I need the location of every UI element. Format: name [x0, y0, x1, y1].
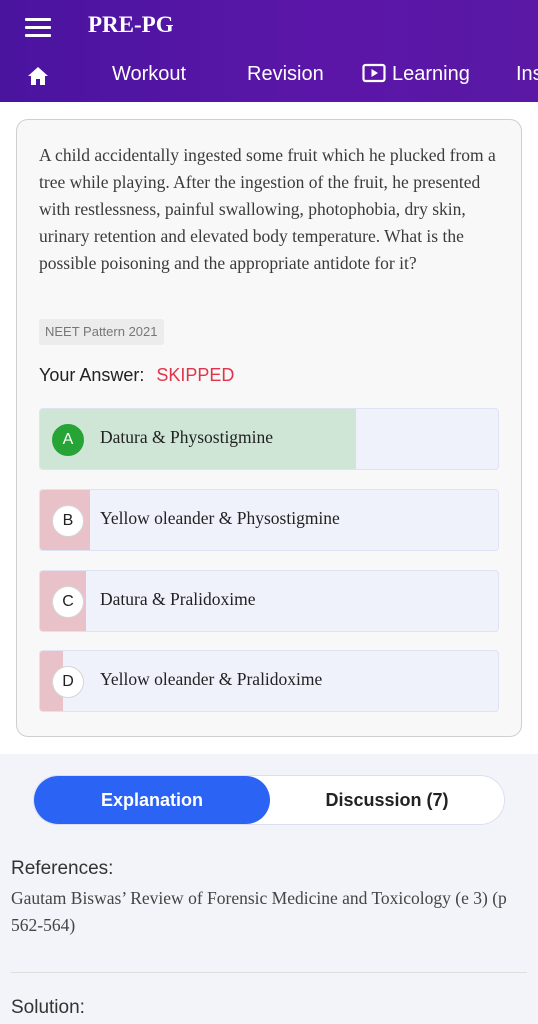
video-icon [362, 63, 386, 83]
option-b-letter: B [52, 505, 84, 537]
exam-tag: NEET Pattern 2021 [39, 319, 164, 345]
nav-item-learning[interactable]: Learning [362, 63, 470, 86]
option-a-letter: A [52, 424, 84, 456]
option-d[interactable]: D Yellow oleander & Pralidoxime [39, 650, 499, 712]
explanation-section: Explanation Discussion (7) References: G… [0, 754, 538, 1024]
app-header: PRE-PG Workout Revision Learning Ins [0, 0, 538, 102]
nav-item-more[interactable]: Ins [516, 63, 538, 86]
menu-icon[interactable] [25, 18, 51, 38]
option-c[interactable]: C Datura & Pralidoxime [39, 570, 499, 632]
your-answer: Your Answer: SKIPPED [39, 365, 234, 386]
option-d-text: Yellow oleander & Pralidoxime [100, 669, 323, 689]
references-heading: References: [11, 858, 114, 879]
question-section: A child accidentally ingested some fruit… [0, 102, 538, 754]
tab-discussion[interactable]: Discussion (7) [270, 776, 504, 824]
page-content: A child accidentally ingested some fruit… [0, 102, 538, 1024]
nav-item-workout[interactable]: Workout [112, 63, 186, 86]
option-b[interactable]: B Yellow oleander & Physostigmine [39, 489, 499, 551]
option-b-text: Yellow oleander & Physostigmine [100, 508, 340, 528]
your-answer-status: SKIPPED [156, 365, 235, 385]
question-card: A child accidentally ingested some fruit… [16, 119, 522, 737]
option-c-letter: C [52, 586, 84, 618]
solution-heading: Solution: [11, 997, 85, 1018]
question-text: A child accidentally ingested some fruit… [39, 145, 496, 273]
nav-item-learning-label: Learning [392, 63, 470, 85]
tab-explanation[interactable]: Explanation [34, 776, 270, 824]
option-a-text: Datura & Physostigmine [100, 427, 274, 447]
tab-switcher: Explanation Discussion (7) [33, 775, 505, 825]
nav-item-revision[interactable]: Revision [247, 63, 324, 86]
option-a[interactable]: A Datura & Physostigmine [39, 408, 499, 470]
home-icon[interactable] [27, 66, 49, 86]
option-c-text: Datura & Pralidoxime [100, 589, 256, 609]
option-d-letter: D [52, 666, 84, 698]
app-title: PRE-PG [88, 12, 174, 37]
divider [11, 972, 527, 973]
top-nav: Workout Revision Learning Ins [0, 56, 538, 96]
your-answer-label: Your Answer: [39, 365, 145, 385]
references-text: Gautam Biswas’ Review of Forensic Medici… [11, 888, 507, 935]
